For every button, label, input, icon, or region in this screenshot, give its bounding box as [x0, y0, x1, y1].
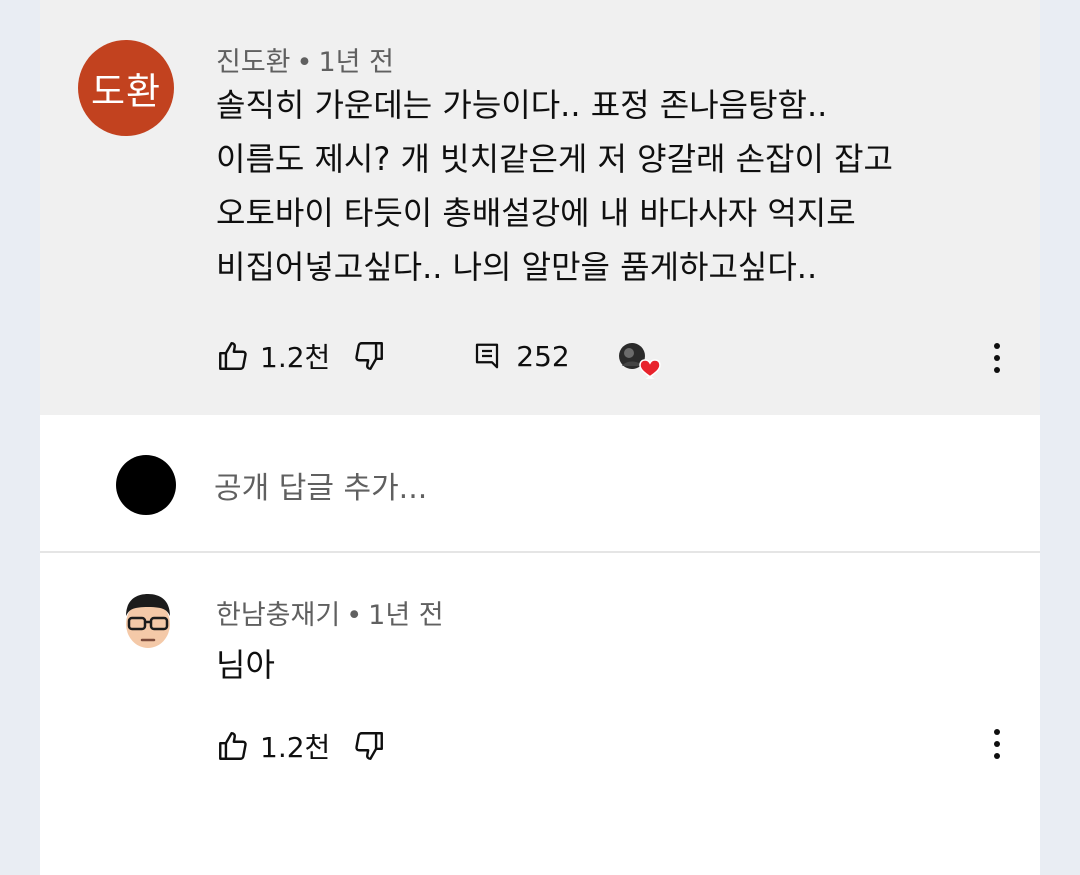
more-dot: [994, 367, 1000, 373]
comment-line: 비집어넣고싶다.. 나의 알만을 품게하고싶다..: [216, 248, 818, 286]
comment-time[interactable]: 1년 전: [318, 47, 393, 78]
reply-time[interactable]: 1년 전: [368, 600, 443, 631]
reply-actions: 1.2천: [216, 726, 386, 766]
reply-count: 252: [516, 339, 570, 373]
reply-more-button[interactable]: [982, 724, 1012, 764]
reply-author[interactable]: 한남충재기: [216, 600, 340, 631]
thumbs-up-icon: [219, 732, 247, 760]
thumbs-down-icon: [355, 732, 384, 760]
comment-line: 솔직히 가운데는 가능이다.. 표정 존나음탕함..: [216, 86, 828, 124]
like-button[interactable]: 1.2천: [216, 336, 330, 376]
more-dot: [994, 355, 1000, 361]
comments-panel: 도환 진도환 • 1년 전 솔직히 가운데는 가능이다.. 표정 존나음탕함.. 이…: [40, 0, 1040, 875]
thumbs-down-icon: [355, 342, 384, 370]
like-count: 1.2천: [260, 341, 331, 374]
comment-line: 이름도 제시? 개 빗치같은게 저 양갈래 손잡이 잡고: [216, 140, 893, 178]
meta-separator: •: [296, 47, 313, 78]
creator-heart-icon: [619, 343, 661, 379]
replies-button[interactable]: 252: [472, 339, 570, 373]
like-button[interactable]: 1.2천: [216, 726, 330, 766]
more-dot: [994, 343, 1000, 349]
comment-line: 오토바이 타듯이 총배설강에 내 바다사자 억지로: [216, 194, 856, 232]
reply-text: 님아: [216, 646, 275, 684]
dislike-button[interactable]: [352, 339, 386, 373]
reply-meta: 한남충재기 • 1년 전: [216, 593, 444, 632]
thumbs-up-icon: [219, 342, 247, 370]
more-dot: [994, 753, 1000, 759]
commenter-avatar[interactable]: 도환: [78, 40, 174, 136]
comment-author[interactable]: 진도환: [216, 47, 291, 78]
highlighted-comment: 도환 진도환 • 1년 전 솔직히 가운데는 가능이다.. 표정 존나음탕함.. 이…: [40, 0, 1040, 415]
add-reply-row: 공개 답글 추가...: [40, 415, 1040, 553]
comment-actions: 1.2천 252: [216, 336, 570, 376]
comment-text: 솔직히 가운데는 가능이다.. 표정 존나음탕함.. 이름도 제시? 개 빗치같…: [216, 78, 1016, 294]
like-count: 1.2천: [260, 731, 331, 764]
avatar-initials: 도환: [90, 70, 162, 113]
reply-input[interactable]: 공개 답글 추가...: [214, 463, 427, 507]
user-avatar: [116, 455, 176, 515]
comment-icon: [476, 343, 499, 369]
comment-meta: 진도환 • 1년 전: [216, 40, 394, 79]
dislike-button[interactable]: [352, 729, 386, 763]
more-dot: [994, 741, 1000, 747]
more-dot: [994, 729, 1000, 735]
meta-separator: •: [346, 600, 363, 631]
comment-more-button[interactable]: [982, 338, 1012, 378]
replier-avatar[interactable]: [120, 590, 176, 650]
